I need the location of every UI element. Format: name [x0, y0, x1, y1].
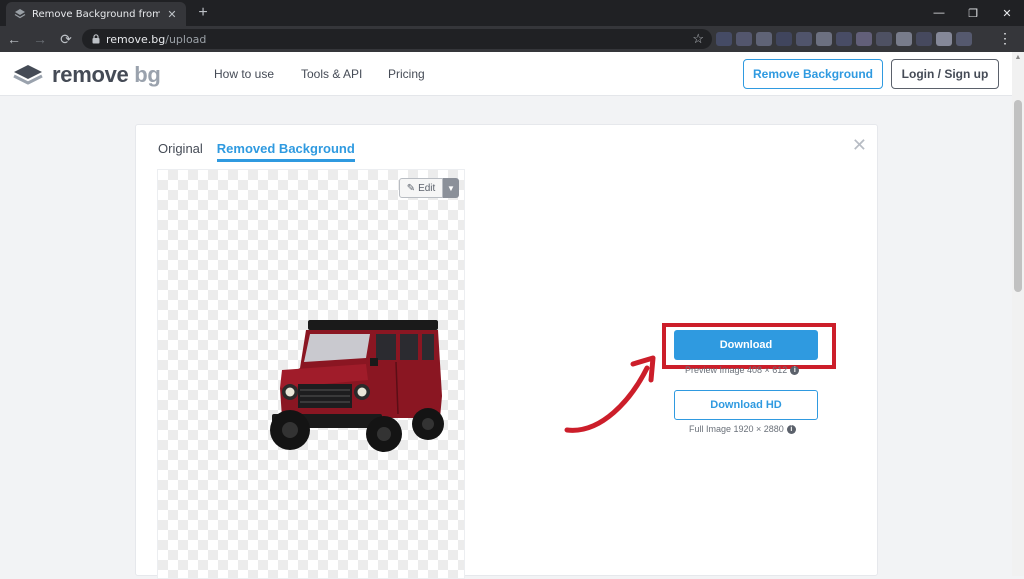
new-tab-icon[interactable]: +	[194, 4, 212, 22]
bookmark-star-icon[interactable]: ☆	[692, 31, 704, 47]
close-tab-icon[interactable]: ✕	[166, 8, 178, 21]
minimize-icon[interactable]: —	[922, 0, 956, 26]
removebg-logo[interactable]: remove bg	[12, 62, 161, 88]
nav-tools-api[interactable]: Tools & API	[301, 67, 362, 81]
nav-how-to-use[interactable]: How to use	[214, 67, 274, 81]
extension-icon[interactable]	[896, 32, 912, 46]
url-domain: remove.bg	[106, 32, 166, 46]
extension-icon[interactable]	[916, 32, 932, 46]
login-signup-button[interactable]: Login / Sign up	[891, 59, 999, 89]
preview-image-info: Preview Image 408 × 612 i	[685, 365, 800, 375]
info-icon[interactable]: i	[790, 365, 800, 375]
extension-icon[interactable]	[756, 32, 772, 46]
close-window-icon[interactable]: ✕	[990, 0, 1024, 26]
vehicle-image	[270, 320, 444, 452]
logo-word-bg: bg	[134, 62, 161, 87]
site-header: remove bg How to use Tools & API Pricing…	[0, 52, 1012, 96]
full-image-info: Full Image 1920 × 2880 i	[689, 424, 796, 434]
result-preview: ✎ Edit ▼	[157, 169, 465, 579]
extension-icon[interactable]	[796, 32, 812, 46]
tab-title: Remove Background from Image	[32, 8, 160, 20]
tab-removed-background[interactable]: Removed Background	[216, 141, 355, 162]
extension-icon[interactable]	[876, 32, 892, 46]
edit-control: ✎ Edit ▼	[399, 178, 459, 198]
pencil-icon: ✎	[406, 182, 416, 194]
browser-menu-icon[interactable]: ⋮	[998, 30, 1012, 47]
url-text: remove.bg/upload	[106, 33, 206, 46]
address-bar[interactable]: remove.bg/upload ☆	[82, 29, 712, 49]
tab-original[interactable]: Original	[158, 141, 203, 162]
layers-logo-icon	[13, 65, 43, 85]
extension-icon[interactable]	[716, 32, 732, 46]
nav-pricing[interactable]: Pricing	[388, 67, 425, 81]
extension-icon[interactable]	[956, 32, 972, 46]
close-icon[interactable]: ✕	[852, 135, 867, 156]
removebg-favicon-icon	[14, 8, 26, 20]
pointer-arrow-icon	[564, 355, 656, 433]
logo-text: remove bg	[52, 62, 161, 88]
result-card: Original Removed Background ✕ ✎ Edit ▼ D…	[135, 124, 878, 579]
scroll-up-icon[interactable]: ▲	[1012, 54, 1024, 61]
view-tabs: Original Removed Background	[158, 141, 355, 162]
extension-icon[interactable]	[736, 32, 752, 46]
extensions-strip	[716, 30, 996, 48]
browser-tab[interactable]: Remove Background from Image ✕	[6, 2, 186, 26]
url-path: /upload	[165, 32, 207, 46]
logo-word-remove: remove	[52, 62, 129, 87]
window-controls: — ❐ ✕	[922, 0, 1024, 26]
extension-icon[interactable]	[936, 32, 952, 46]
extension-icon[interactable]	[836, 32, 852, 46]
remove-background-button[interactable]: Remove Background	[743, 59, 883, 89]
lock-icon	[92, 34, 100, 44]
restore-icon[interactable]: ❐	[956, 0, 990, 26]
scrollbar-thumb[interactable]	[1014, 100, 1022, 292]
reload-icon[interactable]: ⟳	[54, 27, 78, 51]
browser-tab-bar: Remove Background from Image ✕ + — ❐ ✕	[0, 0, 1024, 26]
browser-toolbar: ← → ⟳ remove.bg/upload ☆ ⋮	[0, 26, 1024, 52]
forward-icon[interactable]: →	[28, 27, 52, 51]
edit-button[interactable]: ✎ Edit	[399, 178, 443, 198]
extension-icon[interactable]	[776, 32, 792, 46]
edit-label: Edit	[418, 182, 436, 194]
extension-icon[interactable]	[816, 32, 832, 46]
download-hd-button[interactable]: Download HD	[674, 390, 818, 420]
download-button[interactable]: Download	[674, 330, 818, 360]
extension-icon[interactable]	[856, 32, 872, 46]
full-size-label: Full Image 1920 × 2880	[689, 424, 784, 434]
info-icon[interactable]: i	[786, 424, 796, 434]
chevron-down-icon[interactable]: ▼	[443, 178, 459, 198]
preview-size-label: Preview Image 408 × 612	[685, 365, 788, 375]
back-icon[interactable]: ←	[2, 27, 26, 51]
